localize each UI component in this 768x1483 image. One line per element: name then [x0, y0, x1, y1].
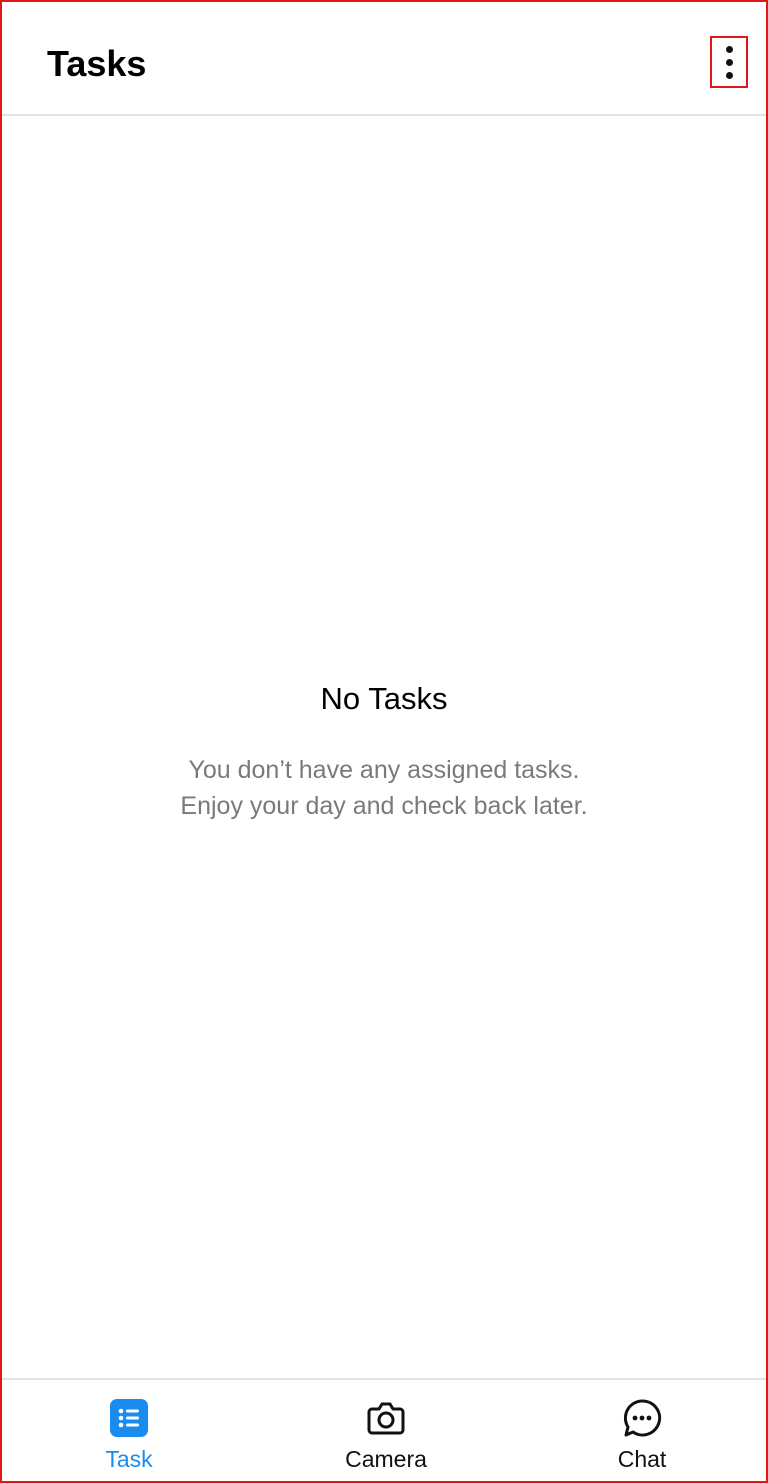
nav-label-chat: Chat: [617, 1446, 667, 1472]
empty-state: No Tasks You don’t have any assigned tas…: [2, 678, 766, 824]
empty-state-title: No Tasks: [320, 681, 448, 716]
more-vertical-icon: [725, 45, 733, 53]
bottom-navigation: Task Camera Chat: [2, 1378, 766, 1483]
camera-icon: [366, 1398, 406, 1438]
empty-state-line-1: You don’t have any assigned tasks.: [188, 756, 580, 784]
app-screen: Tasks No Tasks You don’t have any assign…: [0, 0, 768, 1483]
nav-item-chat[interactable]: Chat: [572, 1398, 712, 1474]
nav-label-task: Task: [105, 1446, 153, 1472]
more-options-button[interactable]: [710, 36, 748, 88]
more-vertical-icon-dot: [725, 71, 733, 79]
empty-state-message: You don’t have any assigned tasks. Enjoy…: [2, 752, 766, 824]
nav-label-camera: Camera: [345, 1446, 427, 1472]
chat-icon: [622, 1398, 662, 1438]
app-header: Tasks: [2, 2, 766, 116]
more-vertical-icon-dot: [725, 58, 733, 66]
empty-state-line-2: Enjoy your day and check back later.: [180, 792, 588, 820]
page-title: Tasks: [47, 43, 147, 84]
nav-item-task[interactable]: Task: [59, 1398, 199, 1474]
nav-item-camera[interactable]: Camera: [316, 1398, 456, 1474]
task-list-icon: [109, 1398, 149, 1438]
